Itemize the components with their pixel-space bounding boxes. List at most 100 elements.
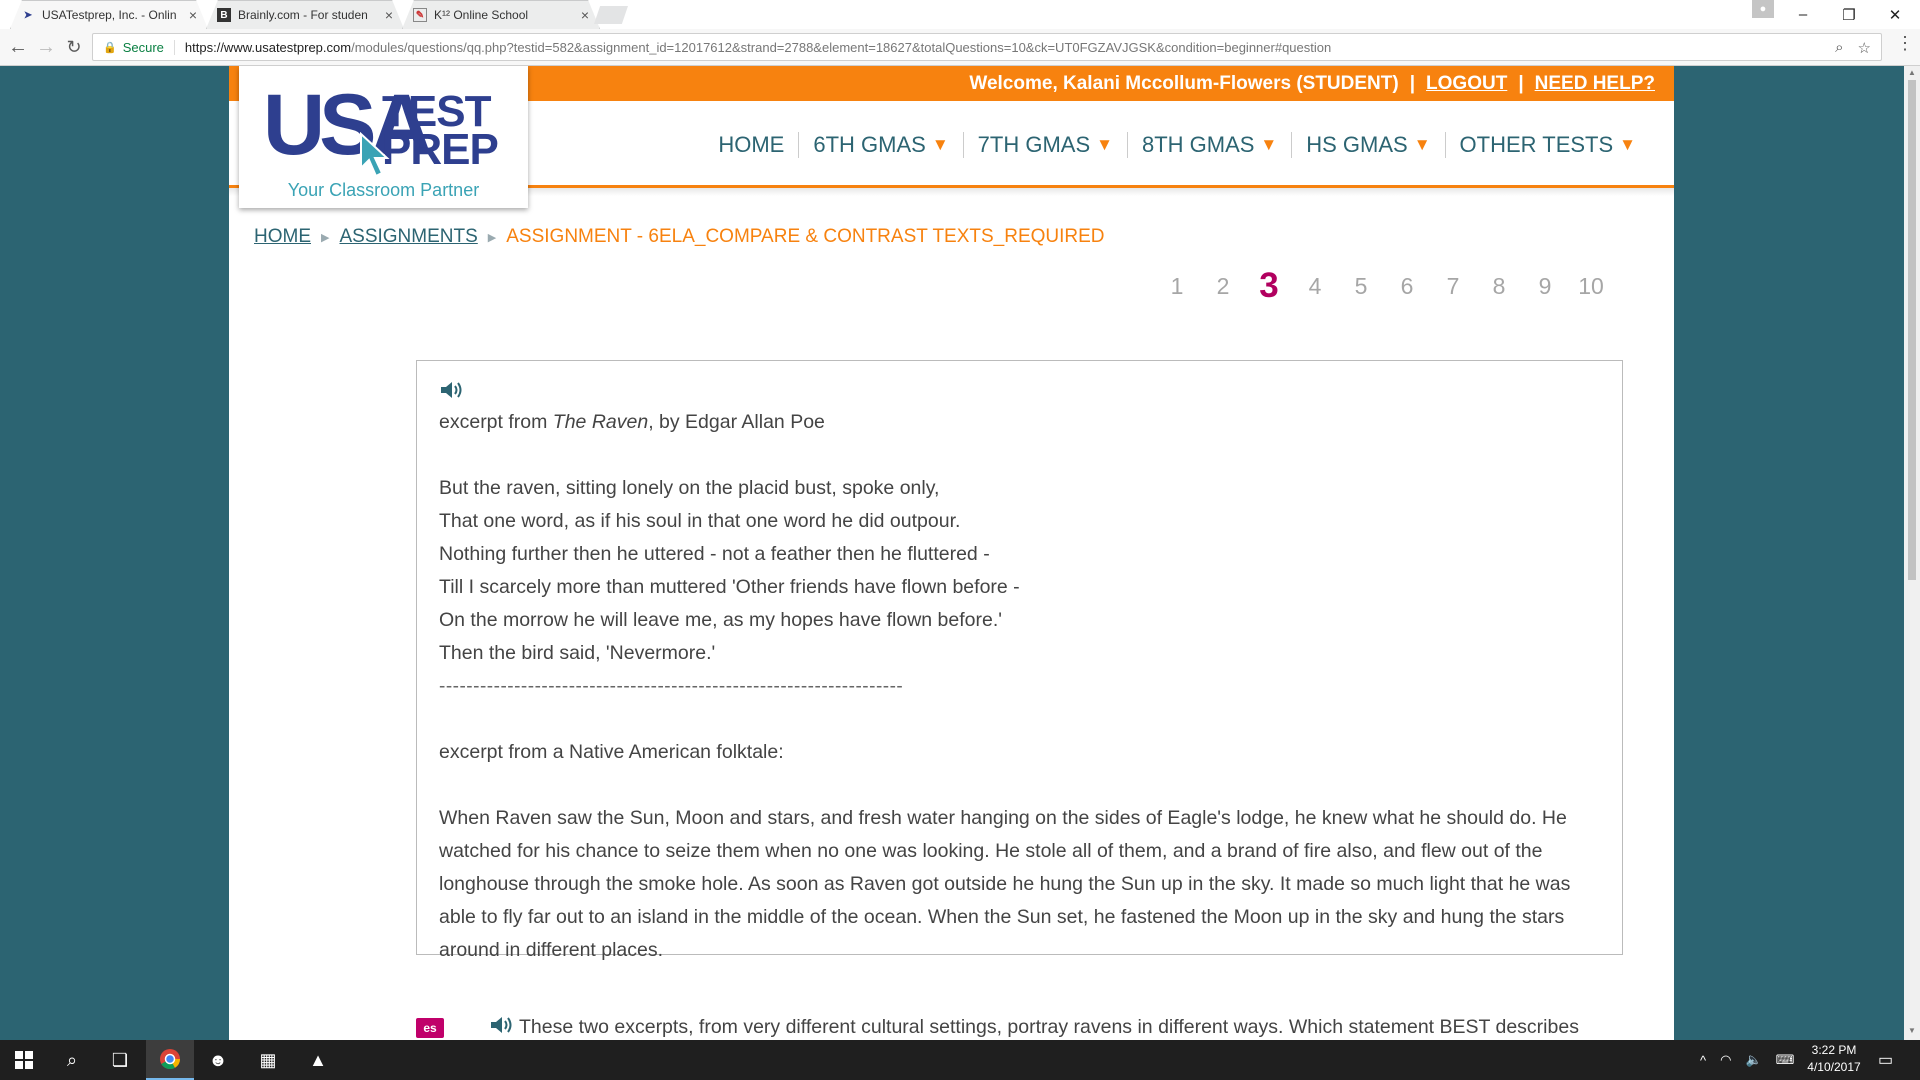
calculator-icon[interactable]: ▦ [244, 1040, 292, 1080]
taskbar-clock[interactable]: 3:22 PM 4/10/2017 [1804, 1042, 1864, 1076]
breadcrumb-home[interactable]: HOME [254, 226, 311, 248]
close-icon[interactable]: × [581, 7, 589, 23]
nav-8th-gmas[interactable]: 8TH GMAS ▼ [1126, 132, 1291, 158]
poem-line: Nothing further then he uttered - not a … [439, 543, 990, 565]
volume-icon[interactable]: 🔈 [1745, 1052, 1761, 1068]
tab-title: K¹² Online School [434, 8, 529, 22]
forward-arrow-icon[interactable]: → [34, 35, 58, 59]
lock-icon: 🔒 [103, 41, 117, 54]
browser-menu-icon[interactable]: ⋮ [1896, 33, 1914, 54]
reload-icon[interactable]: ↻ [62, 35, 86, 59]
logo-tagline: Your Classroom Partner [287, 180, 480, 200]
url-path: /modules/questions/qq.php?testid=582&ass… [351, 39, 1332, 55]
spanish-translation-badge[interactable]: es [416, 1018, 444, 1038]
question-text: These two excerpts, from very different … [519, 1016, 1579, 1039]
page-link-3-current[interactable]: 3 [1246, 266, 1292, 306]
page-scrollbar[interactable]: ▲ ▼ [1904, 66, 1920, 1040]
cursor-icon: ➤ [23, 9, 33, 21]
page-link-4[interactable]: 4 [1292, 273, 1338, 300]
folktale-paragraph: When Raven saw the Sun, Moon and stars, … [439, 807, 1571, 961]
scroll-up-icon[interactable]: ▲ [1904, 68, 1920, 77]
profile-icon[interactable]: ● [1752, 0, 1774, 18]
page-link-8[interactable]: 8 [1476, 273, 1522, 300]
excerpt-heading-raven: excerpt from The Raven, by Edgar Allan P… [439, 406, 1600, 439]
page-link-2[interactable]: 2 [1200, 273, 1246, 300]
dropdown-triangle-icon: ▼ [1413, 135, 1431, 154]
notifications-icon[interactable]: ▭ [1878, 1040, 1893, 1080]
nav-label: 8TH GMAS [1141, 132, 1255, 157]
tab-title: Brainly.com - For studen [238, 8, 368, 22]
logo-cursor-icon [360, 132, 390, 178]
close-icon[interactable]: × [385, 7, 393, 23]
nav-label: 7TH GMAS [977, 132, 1091, 157]
browser-tab-brainly[interactable]: B Brainly.com - For studen × [206, 0, 404, 29]
scroll-thumb[interactable] [1908, 80, 1916, 580]
windows-start-icon[interactable] [0, 1040, 48, 1080]
caret-right-icon: ▶ [487, 231, 497, 244]
app-icon[interactable]: ☻ [194, 1040, 242, 1080]
browser-tab-strip: ➤ USATestprep, Inc. - Onlin × B Brainly.… [0, 0, 1920, 29]
logout-link[interactable]: LOGOUT [1426, 73, 1507, 95]
page-link-9[interactable]: 9 [1522, 273, 1568, 300]
need-help-link[interactable]: NEED HELP? [1535, 73, 1655, 95]
new-tab-button[interactable] [594, 6, 628, 24]
page-link-7[interactable]: 7 [1430, 273, 1476, 300]
network-icon[interactable]: ◠ [1720, 1052, 1731, 1068]
clock-time: 3:22 PM [1811, 1043, 1857, 1057]
usatestprep-logo[interactable]: USA TEST PREP Your Classroom Partner [239, 66, 528, 208]
main-nav: HOME 6TH GMAS ▼ 7TH GMAS ▼ 8TH GMAS ▼ HS GM… [704, 132, 1650, 158]
back-arrow-icon[interactable]: ← [6, 35, 30, 59]
page-link-10[interactable]: 10 [1568, 273, 1614, 300]
poem-line: On the morrow he will leave me, as my ho… [439, 609, 1002, 631]
chrome-icon[interactable] [146, 1040, 194, 1080]
restore-icon[interactable]: ❐ [1826, 0, 1872, 29]
nav-home[interactable]: HOME [704, 132, 798, 158]
logo-prep-text: PREP [382, 125, 499, 174]
poem-line: Till I scarcely more than muttered 'Othe… [439, 576, 1020, 598]
chevron-up-icon[interactable]: ^ [1700, 1053, 1706, 1068]
photos-icon[interactable]: ▲ [294, 1040, 342, 1080]
browser-toolbar: ← → ↻ 🔒 Secure https://www.usatestprep.c… [0, 29, 1920, 66]
question-pager: 1 2 3 4 5 6 7 8 9 10 [1154, 266, 1614, 306]
page-link-6[interactable]: 6 [1384, 273, 1430, 300]
search-icon[interactable]: ⌕ [48, 1040, 96, 1080]
dropdown-triangle-icon: ▼ [1260, 135, 1278, 154]
nav-7th-gmas[interactable]: 7TH GMAS ▼ [962, 132, 1127, 158]
question-stem: These two excerpts, from very different … [489, 1014, 1579, 1040]
page-link-5[interactable]: 5 [1338, 273, 1384, 300]
nav-other-tests[interactable]: OTHER TESTS ▼ [1444, 132, 1650, 158]
dropdown-triangle-icon: ▼ [931, 135, 949, 154]
poem-line: Then the bird said, 'Nevermore.' [439, 642, 716, 664]
keyboard-icon[interactable]: ⌨ [1776, 1052, 1795, 1068]
url-host: https://www.usatestprep.com [184, 39, 352, 55]
bookmark-star-icon[interactable]: ☆ [1858, 39, 1871, 57]
breadcrumb-current: ASSIGNMENT - 6ELA_COMPARE & CONTRAST TEX… [506, 226, 1105, 247]
dropdown-triangle-icon: ▼ [1619, 135, 1636, 154]
address-bar[interactable]: 🔒 Secure https://www.usatestprep.com/mod… [92, 33, 1882, 61]
caret-right-icon: ▶ [321, 231, 330, 244]
close-window-icon[interactable]: ✕ [1872, 0, 1918, 29]
task-view-icon[interactable]: ❏ [96, 1040, 144, 1080]
breadcrumb: HOME ▶ ASSIGNMENTS ▶ ASSIGNMENT - 6ELA_C… [254, 226, 1105, 248]
reading-passage: excerpt from The Raven, by Edgar Allan P… [416, 360, 1623, 961]
scroll-down-icon[interactable]: ▼ [1904, 1026, 1920, 1035]
b-icon: B [217, 8, 231, 22]
page-content: Welcome, Kalani Mccollum-Flowers (STUDEN… [229, 66, 1674, 1040]
page-link-1[interactable]: 1 [1154, 273, 1200, 300]
separator: | [1409, 72, 1416, 94]
zoom-icon[interactable]: ⌕ [1835, 39, 1843, 57]
minimize-icon[interactable]: – [1780, 0, 1826, 29]
dropdown-triangle-icon: ▼ [1096, 135, 1113, 154]
nav-hs-gmas[interactable]: HS GMAS ▼ [1291, 132, 1444, 158]
windows-taskbar: ⌕ ❏ ☻ ▦ ▲ ^ ◠ 🔈 ⌨ 3:22 PM 4/10/2017 ▭ [0, 1040, 1920, 1080]
nav-6th-gmas[interactable]: 6TH GMAS ▼ [798, 132, 962, 158]
excerpt-title: The Raven [552, 411, 649, 433]
k12-icon: ✎ [413, 8, 427, 22]
breadcrumb-assignments[interactable]: ASSIGNMENTS [339, 226, 477, 248]
browser-tab-k12[interactable]: ✎ K¹² Online School × [402, 0, 600, 29]
speaker-icon[interactable] [439, 379, 465, 401]
close-icon[interactable]: × [189, 7, 197, 23]
browser-tab-usatestprep[interactable]: ➤ USATestprep, Inc. - Onlin × [10, 0, 208, 29]
speaker-icon[interactable] [489, 1014, 515, 1040]
clock-date: 4/10/2017 [1807, 1060, 1861, 1074]
